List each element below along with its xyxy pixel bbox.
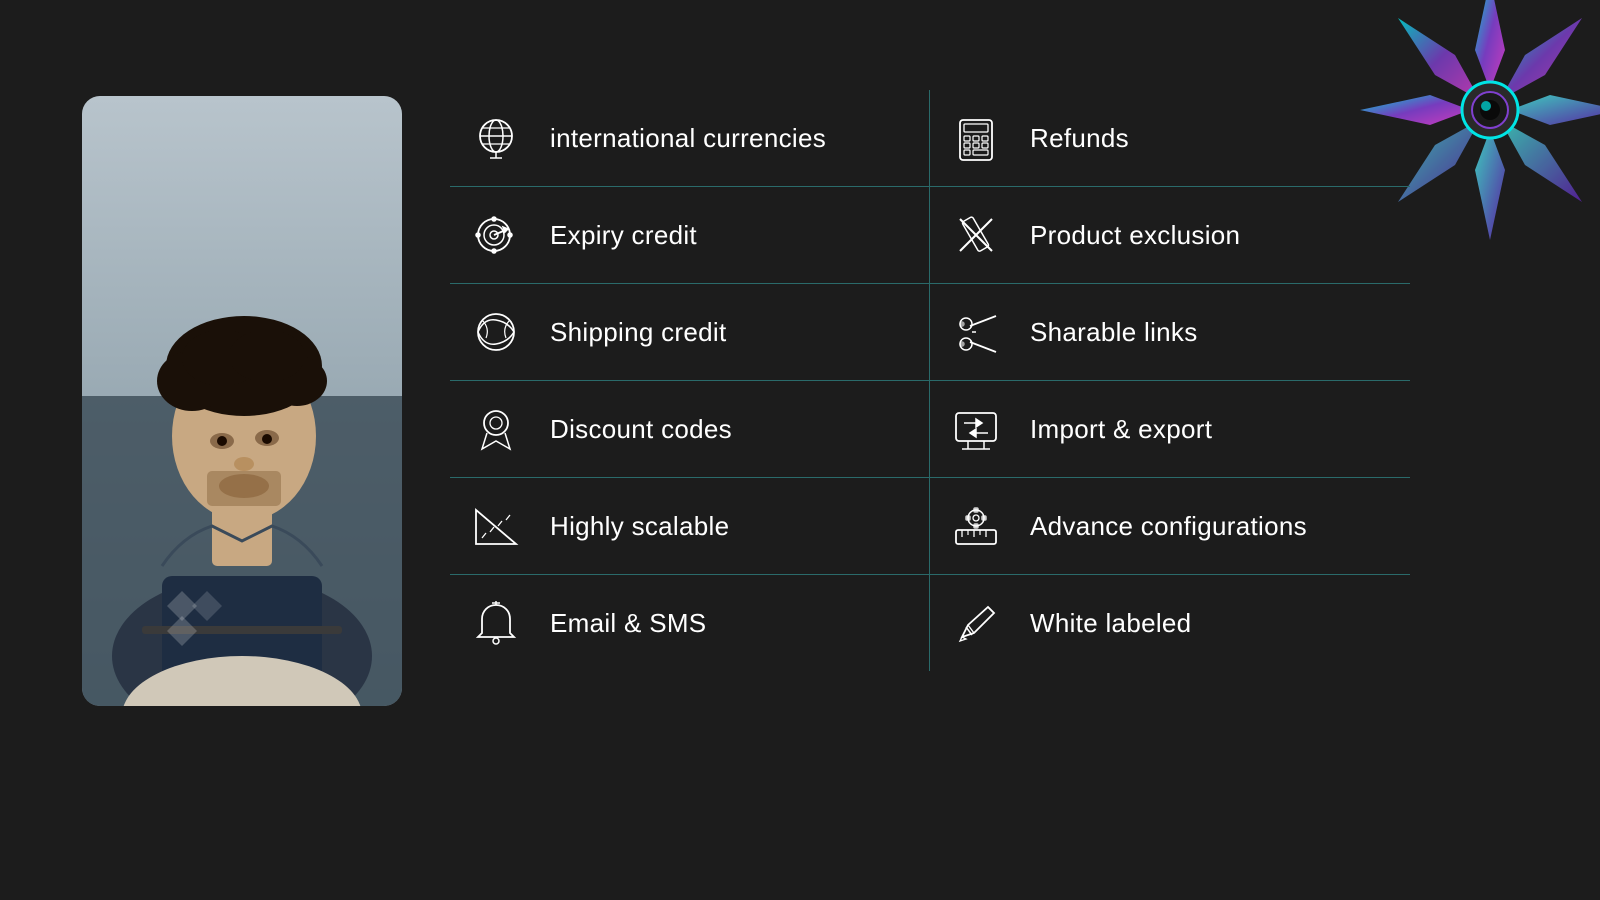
pencil-cross-icon bbox=[950, 209, 1002, 261]
expiry-credit-label: Expiry credit bbox=[550, 220, 697, 251]
feature-advance-configurations: Advance configurations bbox=[930, 478, 1410, 575]
feature-expiry-credit: Expiry credit bbox=[450, 187, 930, 284]
pen-icon bbox=[950, 597, 1002, 649]
advance-configurations-label: Advance configurations bbox=[1030, 511, 1307, 542]
highly-scalable-label: Highly scalable bbox=[550, 511, 729, 542]
person-photo bbox=[82, 96, 402, 706]
calculator-icon bbox=[950, 112, 1002, 164]
product-exclusion-label: Product exclusion bbox=[1030, 220, 1240, 251]
email-sms-label: Email & SMS bbox=[550, 608, 706, 639]
refunds-label: Refunds bbox=[1030, 123, 1129, 154]
bell-icon bbox=[470, 597, 522, 649]
international-currencies-label: international currencies bbox=[550, 123, 826, 154]
feature-discount-codes: Discount codes bbox=[450, 381, 930, 478]
feature-shipping-credit: Shipping credit bbox=[450, 284, 930, 381]
feature-sharable-links: Sharable links bbox=[930, 284, 1410, 381]
sharable-links-label: Sharable links bbox=[1030, 317, 1198, 348]
feature-refunds: Refunds bbox=[930, 90, 1410, 187]
discount-codes-label: Discount codes bbox=[550, 414, 732, 445]
import-export-label: Import & export bbox=[1030, 414, 1212, 445]
feature-product-exclusion: Product exclusion bbox=[930, 187, 1410, 284]
import-export-icon bbox=[950, 403, 1002, 455]
expiry-icon bbox=[470, 209, 522, 261]
features-grid: international currencies Refunds bbox=[450, 90, 1410, 671]
config-icon bbox=[950, 500, 1002, 552]
feature-international-currencies: international currencies bbox=[450, 90, 930, 187]
badge-icon bbox=[470, 403, 522, 455]
scissors-icon bbox=[950, 306, 1002, 358]
feature-import-export: Import & export bbox=[930, 381, 1410, 478]
shipping-credit-label: Shipping credit bbox=[550, 317, 727, 348]
white-labeled-label: White labeled bbox=[1030, 608, 1191, 639]
shipping-icon bbox=[470, 306, 522, 358]
feature-white-labeled: White labeled bbox=[930, 575, 1410, 671]
globe-icon bbox=[470, 112, 522, 164]
feature-email-sms: Email & SMS bbox=[450, 575, 930, 671]
feature-highly-scalable: Highly scalable bbox=[450, 478, 930, 575]
scale-icon bbox=[470, 500, 522, 552]
